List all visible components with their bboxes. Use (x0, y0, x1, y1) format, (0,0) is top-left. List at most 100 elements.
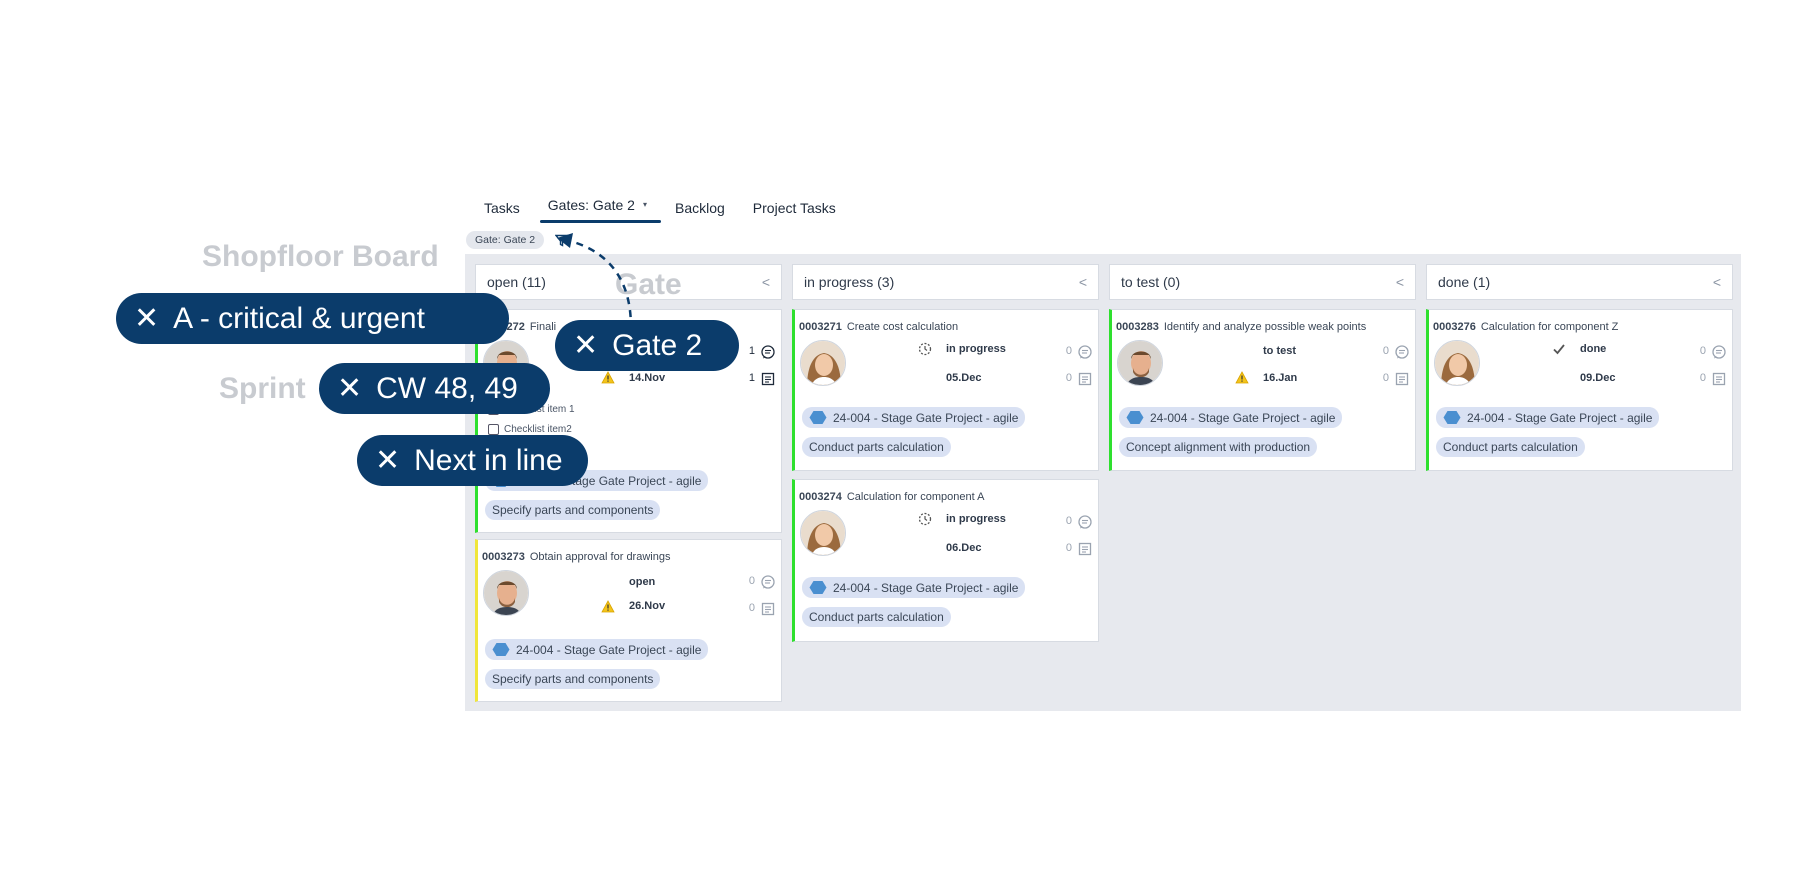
collapse-chevron-icon[interactable]: < (762, 274, 770, 290)
task-card[interactable]: 0003276 Calculation for component Z done … (1426, 309, 1733, 471)
comment-icon[interactable] (761, 575, 775, 589)
task-id: 0003283 (1116, 321, 1159, 333)
note-count: 0 (1699, 372, 1706, 384)
avatar (800, 340, 846, 386)
column-to-test: to test (0) < 0003283 Identify and analyz… (1109, 264, 1416, 471)
gate-filter-pill[interactable]: ✕ Gate 2 (555, 320, 739, 371)
project-tag-label: 24-004 - Stage Gate Project - agile (1150, 410, 1336, 425)
comment-count: 0 (1065, 345, 1072, 357)
board-label: Shopfloor Board (202, 240, 439, 273)
comment-icon[interactable] (1395, 345, 1409, 359)
sprint-filter-pill[interactable]: ✕ CW 48, 49 (319, 363, 550, 414)
checkbox[interactable] (488, 424, 499, 435)
caret-down-icon[interactable]: ▾ (643, 200, 647, 209)
tab-gates-label: Gates: Gate 2 (547, 197, 635, 213)
checklist-label: Checklist item2 (504, 424, 572, 435)
task-card[interactable]: 0003271 Create cost calculation in progre… (792, 309, 1099, 471)
project-tag[interactable]: 24-004 - Stage Gate Project - agile (485, 639, 709, 660)
comment-icon[interactable] (1078, 515, 1092, 529)
task-id: 0003273 (482, 551, 525, 563)
in-progress-icon (918, 512, 932, 526)
tab-tasks[interactable]: Tasks (470, 190, 534, 228)
next-in-line-filter-pill[interactable]: ✕ Next in line (357, 435, 588, 486)
due-date: 26.Nov (629, 600, 666, 612)
note-count: 0 (1065, 372, 1072, 384)
column-header[interactable]: done (1) < (1426, 264, 1733, 300)
filter-chip[interactable]: Gate: Gate 2 (466, 231, 545, 249)
tab-backlog-label: Backlog (674, 200, 725, 216)
avatar (1117, 340, 1163, 386)
collapse-chevron-icon[interactable]: < (1079, 274, 1087, 290)
project-tag[interactable]: 24-004 - Stage Gate Project - agile (802, 407, 1026, 428)
close-icon[interactable]: ✕ (337, 371, 362, 406)
phase-tag[interactable]: Conduct parts calculation (802, 437, 951, 457)
phase-tag[interactable]: Specify parts and components (485, 500, 661, 520)
task-title: Calculation for component Z (1480, 321, 1619, 333)
task-title: Calculation for component A (846, 491, 985, 503)
note-icon[interactable] (761, 602, 775, 616)
column-header[interactable]: in progress (3) < (792, 264, 1099, 300)
phase-tag-label: Conduct parts calculation (1443, 440, 1578, 454)
note-icon[interactable] (1078, 372, 1092, 386)
warning-icon (601, 600, 615, 613)
comment-count: 0 (748, 575, 755, 587)
task-card[interactable]: 0003273 Obtain approval for drawings open… (475, 539, 782, 702)
checklist-item[interactable]: Checklist item2 (488, 424, 572, 435)
project-hex-icon (1443, 410, 1461, 425)
column-title: open (11) (487, 274, 546, 290)
column-in-progress: in progress (3) < 0003271 Create cost cal… (792, 264, 1099, 642)
check-icon (1553, 344, 1565, 355)
close-icon[interactable]: ✕ (573, 328, 598, 363)
sprint-label: Sprint (219, 372, 306, 405)
project-tag[interactable]: 24-004 - Stage Gate Project - agile (1119, 407, 1343, 428)
note-icon[interactable] (1712, 372, 1726, 386)
comment-icon[interactable] (761, 345, 775, 359)
tab-project-tasks-label: Project Tasks (752, 200, 836, 216)
project-hex-icon (1126, 410, 1144, 425)
column-header[interactable]: to test (0) < (1109, 264, 1416, 300)
warning-icon (1235, 371, 1249, 384)
project-tag-label: 24-004 - Stage Gate Project - agile (516, 642, 702, 657)
tab-project-tasks[interactable]: Project Tasks (739, 190, 850, 228)
comment-icon[interactable] (1712, 345, 1726, 359)
comment-count: 1 (748, 345, 755, 357)
tab-backlog[interactable]: Backlog (661, 190, 739, 228)
phase-tag-label: Concept alignment with production (1126, 440, 1311, 454)
phase-tag-label: Specify parts and components (492, 672, 654, 686)
comment-count: 0 (1699, 345, 1706, 357)
task-card[interactable]: 0003274 Calculation for component A in pr… (792, 479, 1099, 642)
project-tag[interactable]: 24-004 - Stage Gate Project - agile (1436, 407, 1660, 428)
collapse-chevron-icon[interactable]: < (1713, 274, 1721, 290)
close-icon[interactable]: ✕ (134, 301, 159, 336)
warning-icon (601, 371, 615, 384)
note-icon[interactable] (1395, 372, 1409, 386)
task-title: Identify and analyze possible weak point… (1163, 321, 1367, 333)
task-id: 0003271 (799, 321, 842, 333)
phase-tag[interactable]: Concept alignment with production (1119, 437, 1318, 457)
note-icon[interactable] (1078, 542, 1092, 556)
note-icon[interactable] (761, 372, 775, 386)
card-title: 0003283 Identify and analyze possible wea… (1116, 321, 1366, 333)
due-date: 16.Jan (1263, 372, 1298, 384)
phase-tag[interactable]: Specify parts and components (485, 669, 661, 689)
task-card[interactable]: 0003283 Identify and analyze possible wea… (1109, 309, 1416, 471)
project-tag[interactable]: 24-004 - Stage Gate Project - agile (802, 577, 1026, 598)
tab-tasks-label: Tasks (484, 200, 520, 216)
project-tag-label: 24-004 - Stage Gate Project - agile (833, 580, 1019, 595)
column-title: done (1) (1438, 274, 1491, 290)
comment-icon[interactable] (1078, 345, 1092, 359)
close-icon[interactable]: ✕ (375, 443, 400, 478)
due-date: 06.Dec (946, 542, 982, 554)
phase-tag[interactable]: Conduct parts calculation (1436, 437, 1585, 457)
comment-count: 0 (1065, 515, 1072, 527)
due-date: 05.Dec (946, 372, 982, 384)
collapse-chevron-icon[interactable]: < (1396, 274, 1404, 290)
status-label: done (1580, 343, 1607, 355)
phase-tag[interactable]: Conduct parts calculation (802, 607, 951, 627)
pill-label: Next in line (414, 443, 563, 477)
tab-gates[interactable]: Gates: Gate 2 ▾ (534, 190, 662, 225)
task-title: Obtain approval for drawings (529, 551, 671, 563)
priority-filter-pill[interactable]: ✕ A - critical & urgent (116, 293, 509, 344)
project-hex-icon (492, 642, 510, 657)
status-label: to test (1263, 345, 1296, 357)
